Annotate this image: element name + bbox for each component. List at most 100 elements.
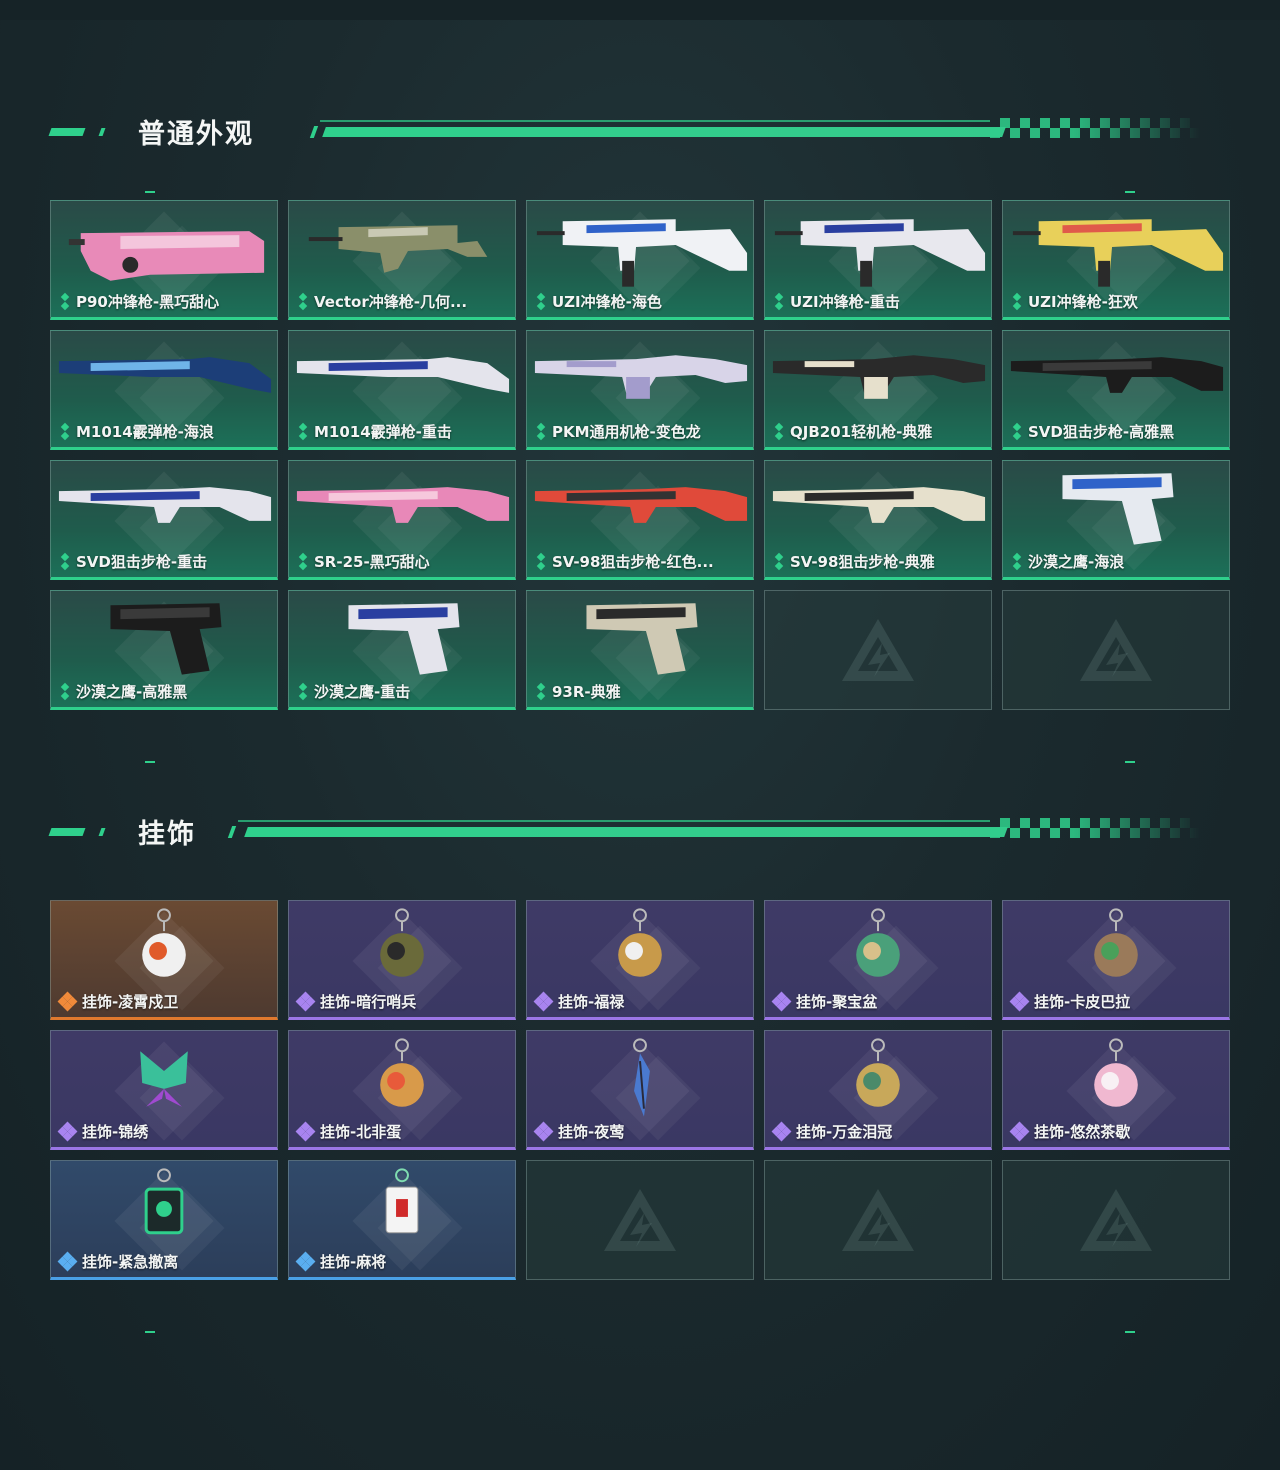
charm-icon: [142, 908, 186, 977]
item-name: SVD狙击步枪-重击: [76, 553, 208, 571]
item-card[interactable]: 挂饰-卡皮巴拉: [1002, 900, 1230, 1020]
item-card[interactable]: 沙漠之鹰-高雅黑: [50, 590, 278, 710]
grade-diamond-icon: [1011, 552, 1023, 570]
item-card[interactable]: 挂饰-凌霄戍卫: [50, 900, 278, 1020]
charm-icon: [856, 1038, 900, 1107]
item-label-row: 挂饰-福禄: [533, 991, 745, 1012]
item-name: 挂饰-福禄: [558, 993, 625, 1011]
charm-icon: [856, 908, 900, 977]
item-name: P90冲锋枪-黑巧甜心: [76, 293, 220, 311]
item-card[interactable]: UZI冲锋枪-海色: [526, 200, 754, 320]
rarity-diamond-icon: [771, 991, 792, 1011]
rarity-diamond-icon: [57, 1251, 78, 1271]
item-card[interactable]: PKM通用机枪-变色龙: [526, 330, 754, 450]
item-card[interactable]: P90冲锋枪-黑巧甜心: [50, 200, 278, 320]
placeholder-logo-icon: [1080, 619, 1152, 681]
header-slash: [309, 126, 319, 138]
mg-icon: [534, 355, 748, 399]
item-label-row: 挂饰-暗行哨兵: [295, 991, 507, 1012]
item-card[interactable]: 挂饰-北非蛋: [288, 1030, 516, 1150]
empty-slot: [1002, 590, 1230, 710]
placeholder-logo-icon: [842, 1189, 914, 1251]
skins-grid: P90冲锋枪-黑巧甜心 Vector冲锋枪-几何... UZI冲锋枪-海色 UZI冲锋…: [50, 200, 1230, 710]
pistol-icon: [110, 603, 222, 675]
item-name: 挂饰-北非蛋: [320, 1123, 402, 1141]
item-label-row: QJB201轻机枪-典雅: [773, 421, 983, 442]
rarity-diamond-icon: [1009, 1121, 1030, 1141]
corner-tick: [1125, 761, 1135, 763]
item-card[interactable]: 沙漠之鹰-重击: [288, 590, 516, 710]
header-dash: [48, 828, 86, 836]
item-label-row: UZI冲锋枪-重击: [773, 291, 983, 312]
placeholder-logo-icon: [842, 619, 914, 681]
item-card[interactable]: 93R-典雅: [526, 590, 754, 710]
item-name: 挂饰-夜莺: [558, 1123, 625, 1141]
item-label-row: Vector冲锋枪-几何...: [297, 291, 507, 312]
item-name: UZI冲锋枪-海色: [552, 293, 662, 311]
rarity-diamond-icon: [295, 1121, 316, 1141]
empty-slot: [764, 1160, 992, 1280]
charm-icon: [380, 908, 424, 977]
item-card[interactable]: SR-25-黑巧甜心: [288, 460, 516, 580]
item-card[interactable]: SV-98狙击步枪-典雅: [764, 460, 992, 580]
item-label-row: SR-25-黑巧甜心: [297, 551, 507, 572]
item-name: 挂饰-麻将: [320, 1253, 387, 1271]
corner-tick: [145, 1331, 155, 1333]
grade-diamond-icon: [535, 422, 547, 440]
placeholder-logo-icon: [1080, 1189, 1152, 1251]
section-header-skins: 普通外观: [48, 118, 1210, 150]
item-card[interactable]: Vector冲锋枪-几何...: [288, 200, 516, 320]
item-name: M1014霰弹枪-海浪: [76, 423, 214, 441]
item-card[interactable]: 挂饰-紧急撤离: [50, 1160, 278, 1280]
item-card[interactable]: SVD狙击步枪-重击: [50, 460, 278, 580]
item-name: SV-98狙击步枪-典雅: [790, 553, 935, 571]
empty-slot: [764, 590, 992, 710]
item-card[interactable]: M1014霰弹枪-重击: [288, 330, 516, 450]
item-name: 挂饰-紧急撤离: [82, 1253, 179, 1271]
header-dash: [98, 828, 106, 836]
item-name: 沙漠之鹰-高雅黑: [76, 683, 188, 701]
item-card[interactable]: 挂饰-福禄: [526, 900, 754, 1020]
empty-slot: [1002, 1160, 1230, 1280]
item-label-row: 挂饰-麻将: [295, 1251, 507, 1272]
item-card[interactable]: 挂饰-暗行哨兵: [288, 900, 516, 1020]
item-name: PKM通用机枪-变色龙: [552, 423, 701, 441]
header-thin-line: [320, 120, 990, 122]
corner-tick: [1125, 1331, 1135, 1333]
item-card[interactable]: 挂饰-锦绣: [50, 1030, 278, 1150]
header-bar: [322, 127, 1006, 137]
item-card[interactable]: UZI冲锋枪-重击: [764, 200, 992, 320]
item-card[interactable]: UZI冲锋枪-狂欢: [1002, 200, 1230, 320]
item-card[interactable]: 挂饰-悠然茶歇: [1002, 1030, 1230, 1150]
header-bar: [244, 827, 1008, 837]
vector-icon: [308, 225, 488, 273]
item-name: 挂饰-万金泪冠: [796, 1123, 893, 1141]
header-checker-pattern: [990, 818, 1200, 838]
section-title: 普通外观: [138, 119, 254, 150]
item-card[interactable]: SV-98狙击步枪-红色...: [526, 460, 754, 580]
item-card[interactable]: 挂饰-万金泪冠: [764, 1030, 992, 1150]
item-card[interactable]: 挂饰-聚宝盆: [764, 900, 992, 1020]
rarity-diamond-icon: [57, 991, 78, 1011]
item-card[interactable]: SVD狙击步枪-高雅黑: [1002, 330, 1230, 450]
item-name: M1014霰弹枪-重击: [314, 423, 452, 441]
item-card[interactable]: 沙漠之鹰-海浪: [1002, 460, 1230, 580]
grade-diamond-icon: [297, 552, 309, 570]
item-card[interactable]: 挂饰-麻将: [288, 1160, 516, 1280]
item-label-row: 挂饰-凌霄戍卫: [57, 991, 269, 1012]
item-card[interactable]: M1014霰弹枪-海浪: [50, 330, 278, 450]
item-label-row: 挂饰-锦绣: [57, 1121, 269, 1142]
item-label-row: 挂饰-北非蛋: [295, 1121, 507, 1142]
rarity-diamond-icon: [533, 991, 554, 1011]
charms-grid: 挂饰-凌霄戍卫 挂饰-暗行哨兵 挂饰-福禄 挂饰-聚宝盆 挂饰-卡皮巴拉 挂饰-锦绣 挂饰-…: [50, 900, 1230, 1280]
corner-tick: [1125, 191, 1135, 193]
pistol-icon: [586, 603, 698, 675]
item-name: SR-25-黑巧甜心: [314, 553, 430, 571]
header-slash: [227, 826, 237, 838]
grade-diamond-icon: [535, 292, 547, 310]
rarity-diamond-icon: [533, 1121, 554, 1141]
item-card[interactable]: 挂饰-夜莺: [526, 1030, 754, 1150]
item-name: 93R-典雅: [552, 683, 621, 701]
item-card[interactable]: QJB201轻机枪-典雅: [764, 330, 992, 450]
item-label-row: SVD狙击步枪-重击: [59, 551, 269, 572]
